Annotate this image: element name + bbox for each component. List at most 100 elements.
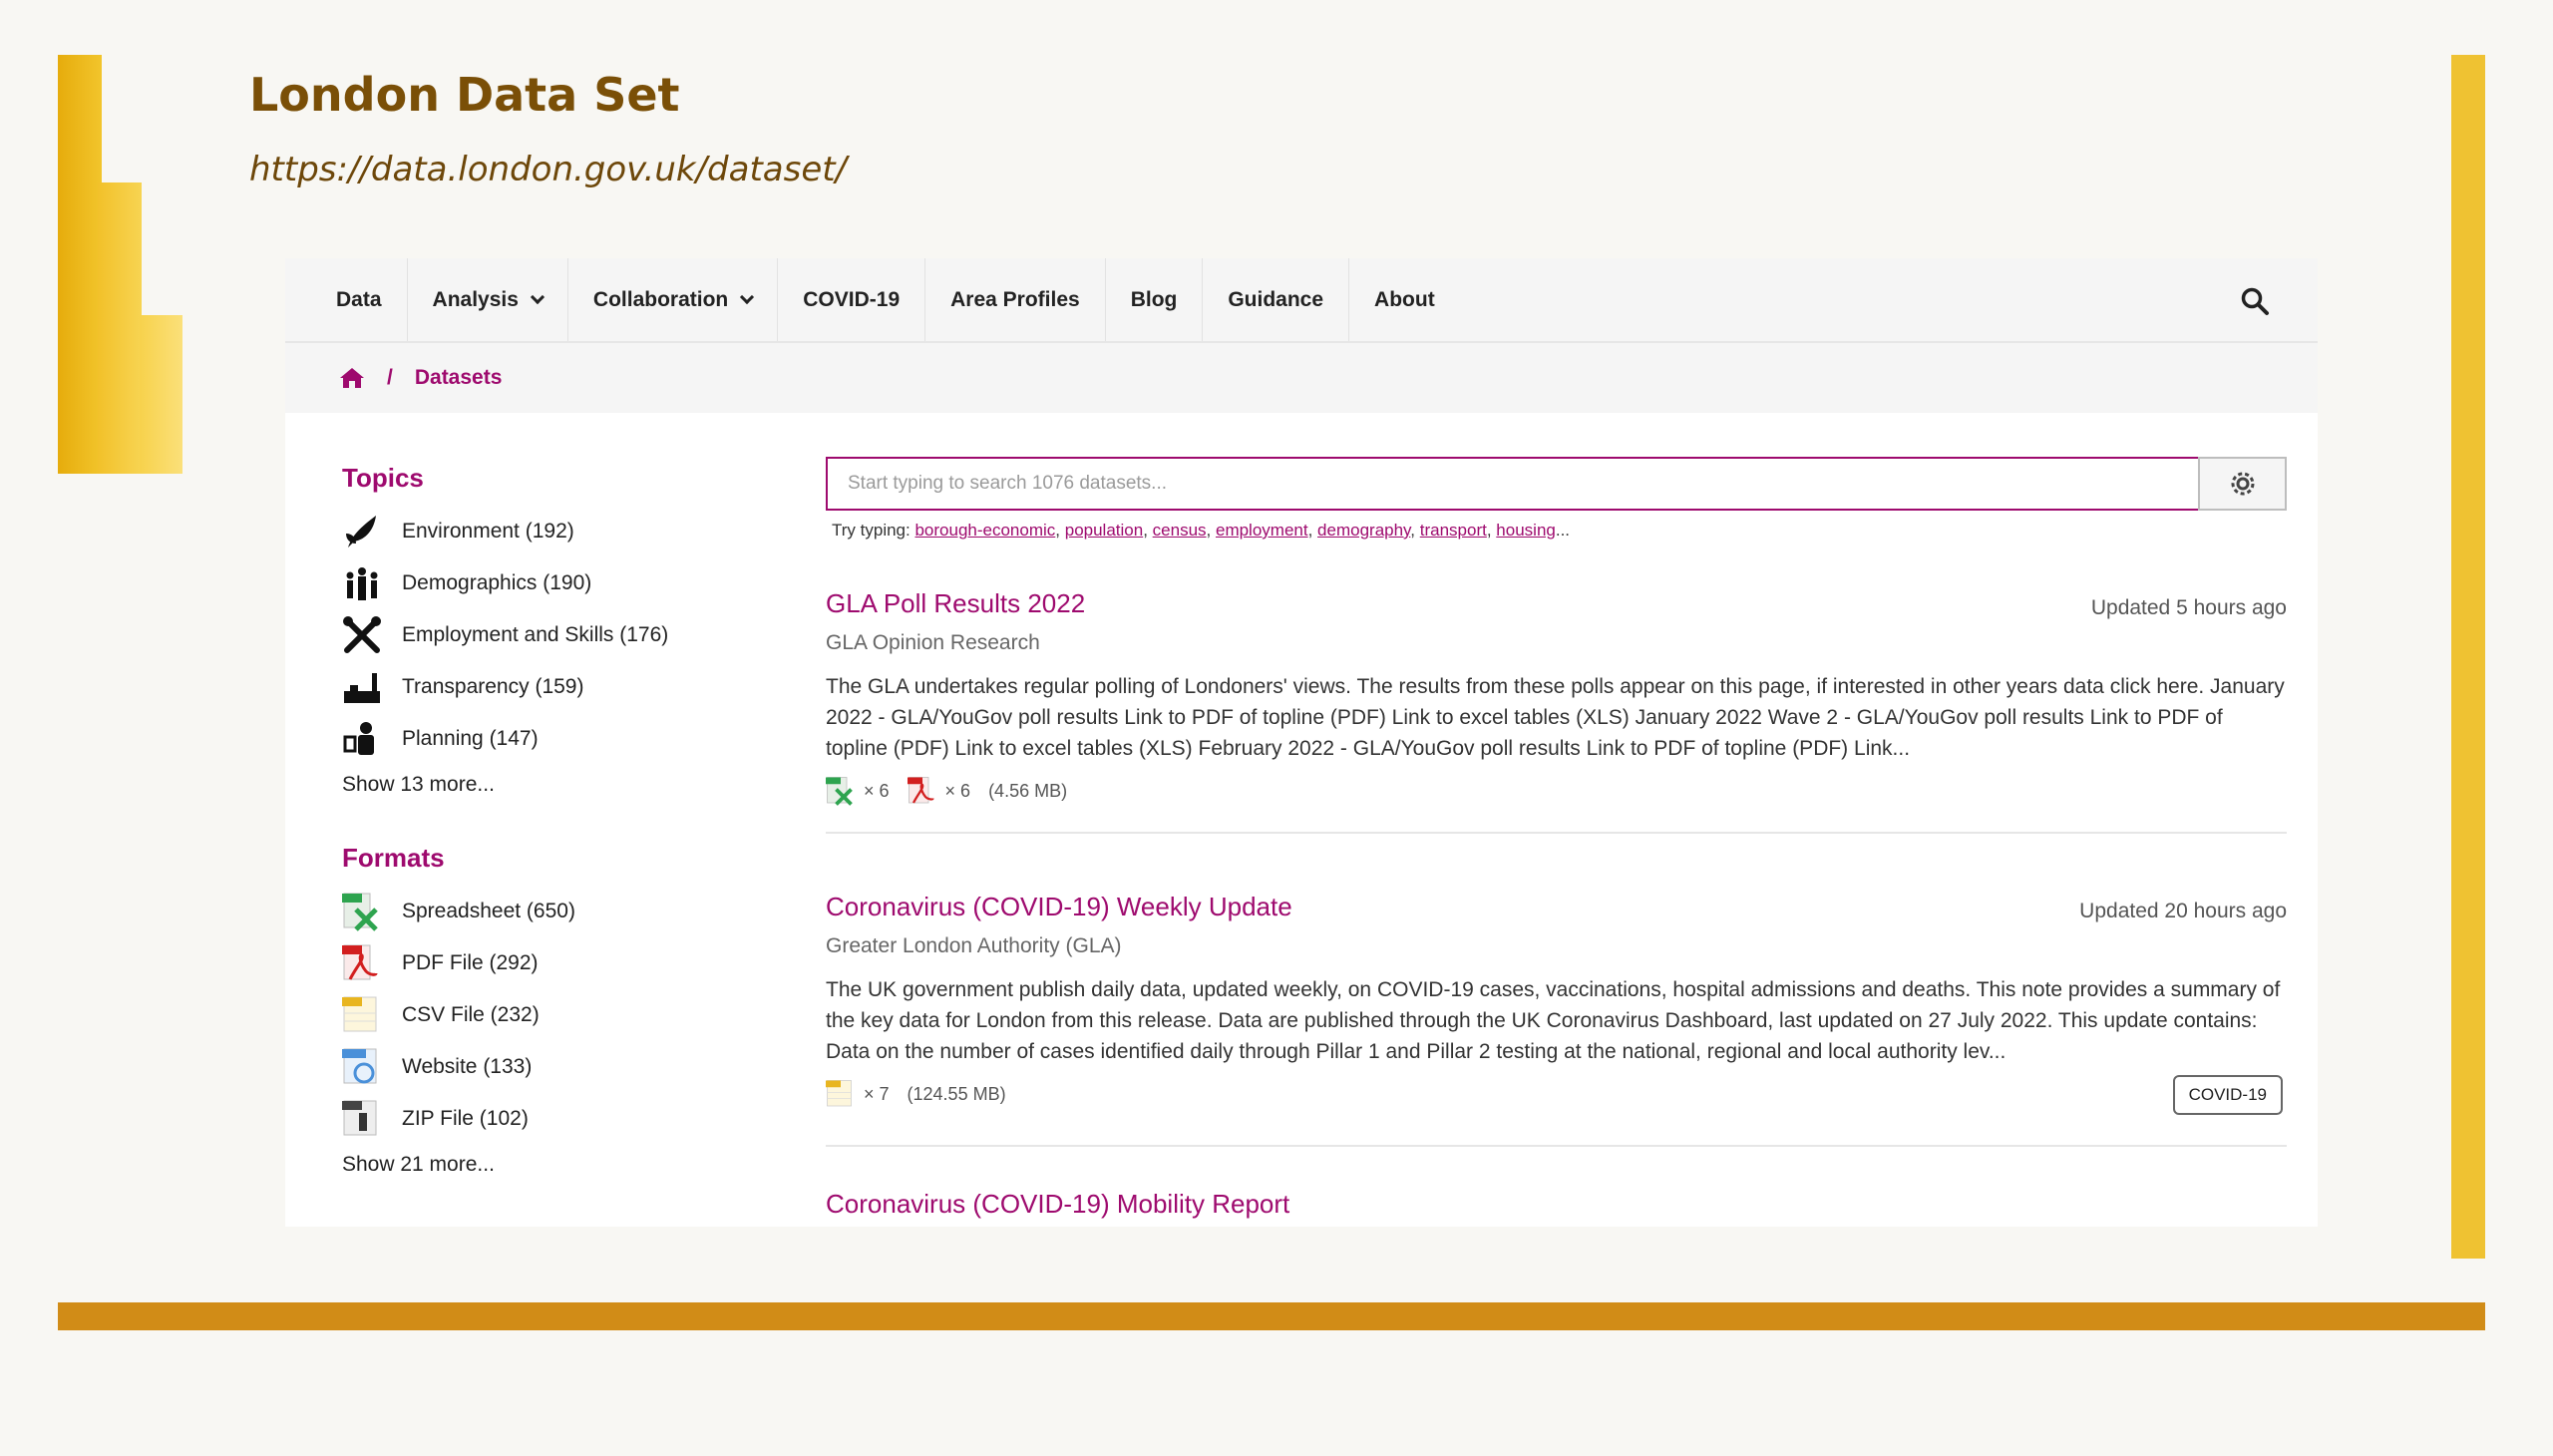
csv-icon	[826, 1080, 852, 1107]
breadcrumb-separator: /	[387, 366, 393, 389]
format-pdf[interactable]: PDF File (292)	[342, 937, 761, 989]
nav-guidance[interactable]: Guidance	[1203, 258, 1350, 341]
search-icon[interactable]	[2240, 286, 2270, 316]
gear-icon	[2231, 472, 2254, 496]
decor-bar-2	[98, 182, 142, 474]
suggestion-link[interactable]: transport	[1420, 521, 1487, 540]
dataset-result: Updated 5 hours ago GLA Poll Results 202…	[826, 588, 2287, 834]
nav-covid[interactable]: COVID-19	[778, 258, 926, 341]
chevron-down-icon	[740, 289, 755, 304]
format-zip[interactable]: ZIP File (102)	[342, 1093, 761, 1145]
decor-bar-right	[2451, 55, 2485, 1259]
file-size: (124.55 MB)	[907, 1083, 1006, 1104]
spreadsheet-icon	[826, 777, 853, 806]
spreadsheet-icon	[342, 892, 382, 931]
suggestion-ellipsis: ...	[1555, 521, 1571, 540]
tag-badge[interactable]: COVID-19	[2172, 1075, 2283, 1115]
dataset-title[interactable]: Coronavirus (COVID-19) Weekly Update	[826, 892, 2287, 922]
topic-environment[interactable]: Environment (192)	[342, 506, 761, 557]
dataset-title[interactable]: GLA Poll Results 2022	[826, 588, 2287, 619]
dataset-files: × 7 (124.55 MB) COVID-19	[826, 1075, 2287, 1115]
zip-icon	[342, 1099, 382, 1139]
suggestion-link[interactable]: census	[1153, 521, 1207, 540]
dataset-description: The UK government publish daily data, up…	[826, 978, 2281, 1063]
breadcrumb: / Datasets	[285, 343, 2318, 413]
suggestion-link[interactable]: population	[1065, 521, 1143, 540]
nav-label: Blog	[1130, 287, 1178, 311]
decor-bar-bottom	[58, 1302, 2485, 1330]
file-count: × 6	[944, 780, 971, 801]
website-screenshot: Data Analysis Collaboration COVID-19 Are…	[285, 258, 2318, 1227]
file-count: × 7	[864, 1083, 890, 1104]
topic-demographics[interactable]: Demographics (190)	[342, 557, 761, 609]
slide-title: London Data Set	[249, 68, 680, 122]
suggestion-link[interactable]: housing	[1496, 521, 1556, 540]
search-options-button[interactable]	[2198, 457, 2287, 511]
nav-label: Analysis	[432, 287, 519, 311]
format-spreadsheet[interactable]: Spreadsheet (650)	[342, 886, 761, 937]
dataset-files: × 6 × 6 (4.56 MB)	[826, 776, 2287, 806]
website-icon	[342, 1047, 382, 1087]
nav-label: COVID-19	[803, 287, 901, 311]
search-bar	[826, 457, 2287, 511]
format-website[interactable]: Website (133)	[342, 1041, 761, 1093]
updated-time: Updated 5 hours ago	[2090, 596, 2287, 619]
format-csv[interactable]: CSV File (232)	[342, 989, 761, 1041]
dataset-result: Updated 20 hours ago Coronavirus (COVID-…	[826, 892, 2287, 1147]
try-label: Try typing:	[832, 521, 911, 540]
dataset-publisher: Greater London Authority (GLA)	[826, 934, 1122, 957]
breadcrumb-current[interactable]: Datasets	[415, 366, 503, 390]
file-count: × 6	[864, 780, 890, 801]
nav-label: Collaboration	[592, 287, 729, 311]
topic-label: Demographics (190)	[402, 571, 592, 594]
topic-label: Environment (192)	[402, 520, 574, 543]
dataset-title[interactable]: Coronavirus (COVID-19) Mobility Report	[826, 1189, 2287, 1220]
topic-transparency[interactable]: Transparency (159)	[342, 661, 761, 713]
topic-employment[interactable]: Employment and Skills (176)	[342, 609, 761, 661]
suggestion-link[interactable]: employment	[1216, 521, 1308, 540]
slide-url: https://data.london.gov.uk/dataset/	[249, 150, 848, 189]
suggestion-link[interactable]: borough-economic	[914, 521, 1055, 540]
dataset-publisher: GLA Opinion Research	[826, 631, 1040, 654]
topic-planning[interactable]: Planning (147)	[342, 713, 761, 765]
environment-icon	[342, 512, 382, 551]
decor-bar-1	[58, 55, 102, 474]
updated-time: Updated 20 hours ago	[2079, 900, 2287, 922]
nav-data[interactable]: Data	[311, 258, 408, 341]
topic-label: Planning (147)	[402, 727, 539, 750]
top-nav: Data Analysis Collaboration COVID-19 Are…	[285, 258, 2318, 343]
formats-heading: Formats	[342, 843, 445, 873]
home-icon[interactable]	[339, 367, 365, 389]
nav-label: Guidance	[1228, 287, 1324, 311]
formats-show-more[interactable]: Show 21 more...	[342, 1153, 761, 1177]
dataset-description: The GLA undertakes regular polling of Lo…	[826, 675, 2285, 760]
transparency-icon	[342, 667, 382, 707]
chevron-down-icon	[530, 289, 545, 304]
planning-icon	[342, 719, 382, 759]
nav-about[interactable]: About	[1349, 258, 1460, 341]
nav-label: About	[1374, 287, 1435, 311]
suggestion-link[interactable]: demography	[1317, 521, 1410, 540]
topics-show-more[interactable]: Show 13 more...	[342, 773, 761, 797]
pdf-icon	[342, 943, 382, 983]
file-size: (4.56 MB)	[988, 780, 1068, 801]
decor-bar-3	[140, 315, 182, 474]
nav-analysis[interactable]: Analysis	[408, 258, 568, 341]
format-label: Website (133)	[402, 1055, 533, 1078]
search-input[interactable]	[826, 457, 2198, 511]
topics-heading: Topics	[342, 463, 424, 493]
csv-icon	[342, 995, 382, 1035]
nav-blog[interactable]: Blog	[1106, 258, 1204, 341]
main-content: Try typing: borough-economic, population…	[826, 457, 2287, 1220]
format-label: CSV File (232)	[402, 1003, 540, 1026]
nav-label: Data	[336, 287, 382, 311]
format-label: ZIP File (102)	[402, 1107, 529, 1130]
nav-area-profiles[interactable]: Area Profiles	[925, 258, 1106, 341]
format-label: PDF File (292)	[402, 951, 539, 974]
topic-label: Transparency (159)	[402, 675, 584, 698]
format-label: Spreadsheet (650)	[402, 900, 575, 922]
demographics-icon	[342, 563, 382, 603]
nav-label: Area Profiles	[950, 287, 1080, 311]
pdf-icon	[907, 777, 934, 804]
nav-collaboration[interactable]: Collaboration	[568, 258, 779, 341]
